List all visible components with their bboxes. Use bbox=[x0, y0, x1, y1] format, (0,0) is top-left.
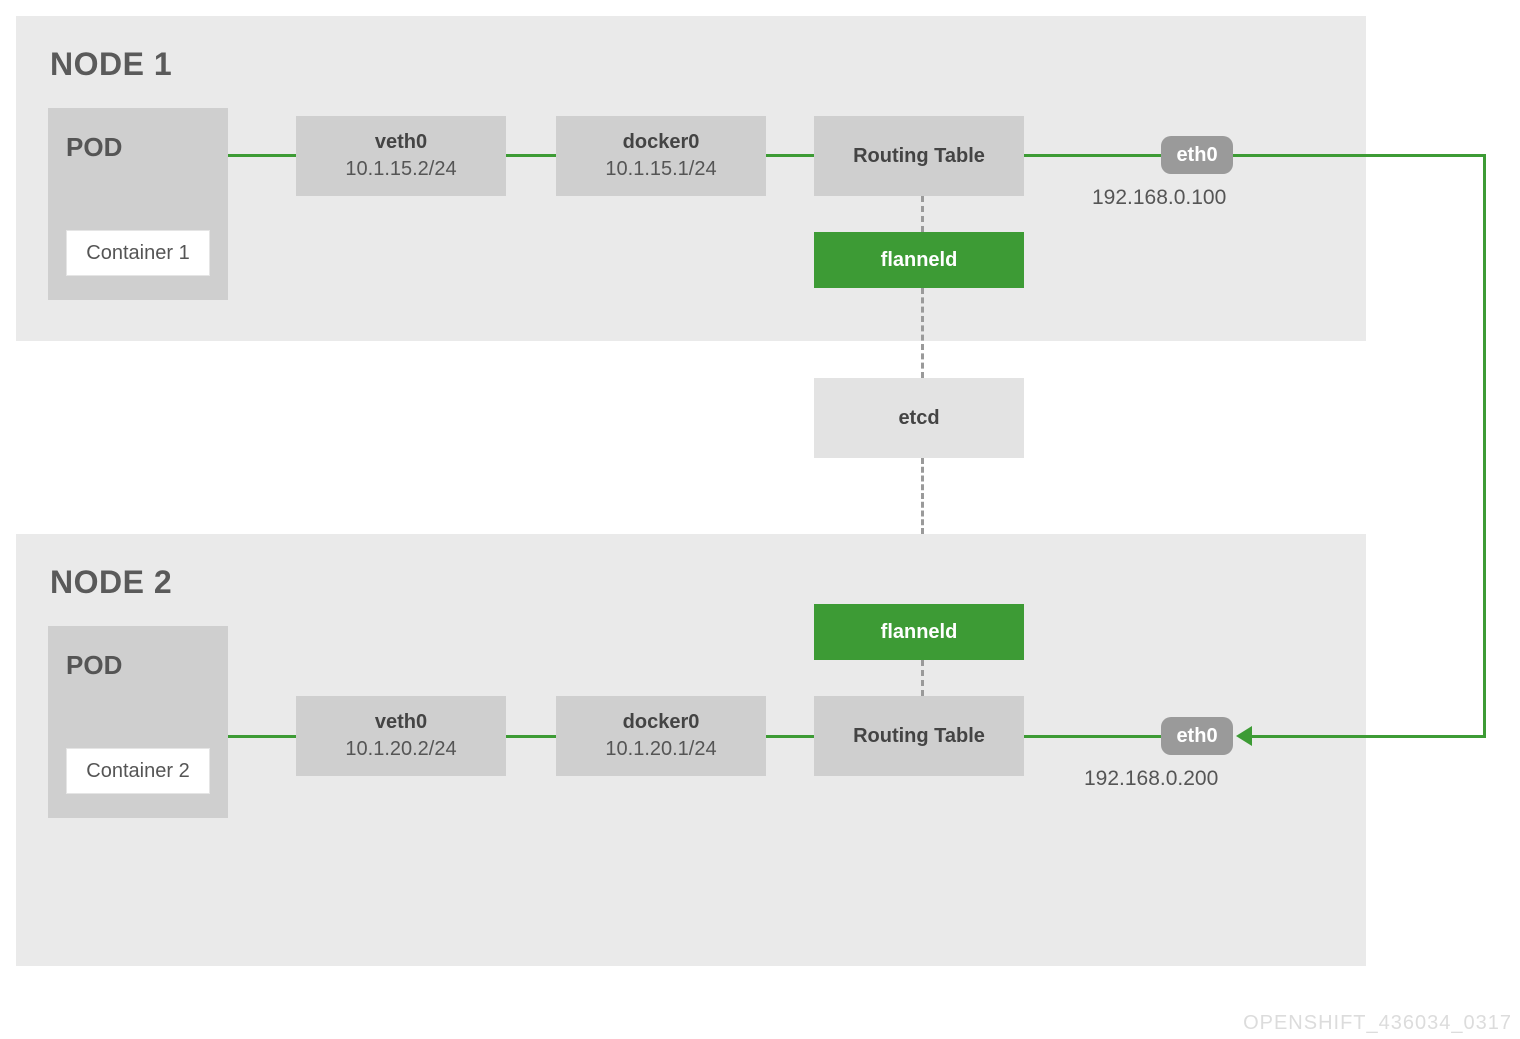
flanneld1-etcd-dash bbox=[921, 288, 924, 378]
node2-docker: docker0 10.1.20.1/24 bbox=[556, 696, 766, 776]
node2-container: Container 2 bbox=[66, 748, 210, 794]
node1-eth-badge: eth0 bbox=[1161, 136, 1233, 174]
node2-title: NODE 2 bbox=[50, 564, 172, 601]
node2-veth-name: veth0 bbox=[375, 711, 427, 734]
node1-flanneld: flanneld bbox=[814, 232, 1024, 288]
node2-conn-docker-routing bbox=[766, 735, 814, 738]
node2-conn-pod-veth bbox=[228, 735, 296, 738]
node2-eth-addr: 192.168.0.200 bbox=[1084, 767, 1218, 791]
node1-container: Container 1 bbox=[66, 230, 210, 276]
node2-flanneld-routing-dash bbox=[921, 660, 924, 696]
node2-eth-badge: eth0 bbox=[1161, 717, 1233, 755]
node2-pod: POD Container 2 bbox=[48, 626, 228, 818]
outer-top-h bbox=[1233, 154, 1486, 157]
node1-conn-docker-routing bbox=[766, 154, 814, 157]
node1-pod-label: POD bbox=[66, 132, 122, 163]
watermark: OPENSHIFT_436034_0317 bbox=[1243, 1012, 1512, 1035]
node2-docker-name: docker0 bbox=[623, 711, 700, 734]
node2-veth: veth0 10.1.20.2/24 bbox=[296, 696, 506, 776]
node1-routing: Routing Table bbox=[814, 116, 1024, 196]
node2-pod-label: POD bbox=[66, 650, 122, 681]
node1-eth-addr: 192.168.0.100 bbox=[1092, 186, 1226, 210]
node1-title: NODE 1 bbox=[50, 46, 172, 83]
etcd-box: etcd bbox=[814, 378, 1024, 458]
node2-docker-addr: 10.1.20.1/24 bbox=[605, 738, 716, 761]
node1-conn-pod-veth bbox=[228, 154, 296, 157]
node1-docker: docker0 10.1.15.1/24 bbox=[556, 116, 766, 196]
node2-flanneld: flanneld bbox=[814, 604, 1024, 660]
node1-routing-flanneld-dash bbox=[921, 196, 924, 232]
node1-pod: POD Container 1 bbox=[48, 108, 228, 300]
outer-arrow-into-eth2 bbox=[1236, 726, 1252, 746]
node1-docker-addr: 10.1.15.1/24 bbox=[605, 158, 716, 181]
node1-conn-veth-docker bbox=[506, 154, 556, 157]
node1-veth-addr: 10.1.15.2/24 bbox=[345, 158, 456, 181]
outer-bot-h bbox=[1252, 735, 1486, 738]
node2-veth-addr: 10.1.20.2/24 bbox=[345, 738, 456, 761]
node2-conn-veth-docker bbox=[506, 735, 556, 738]
outer-v bbox=[1483, 154, 1486, 738]
node1-veth-name: veth0 bbox=[375, 131, 427, 154]
node1-veth: veth0 10.1.15.2/24 bbox=[296, 116, 506, 196]
node1-panel: NODE 1 POD Container 1 veth0 10.1.15.2/2… bbox=[16, 16, 1366, 341]
node1-docker-name: docker0 bbox=[623, 131, 700, 154]
node2-routing: Routing Table bbox=[814, 696, 1024, 776]
